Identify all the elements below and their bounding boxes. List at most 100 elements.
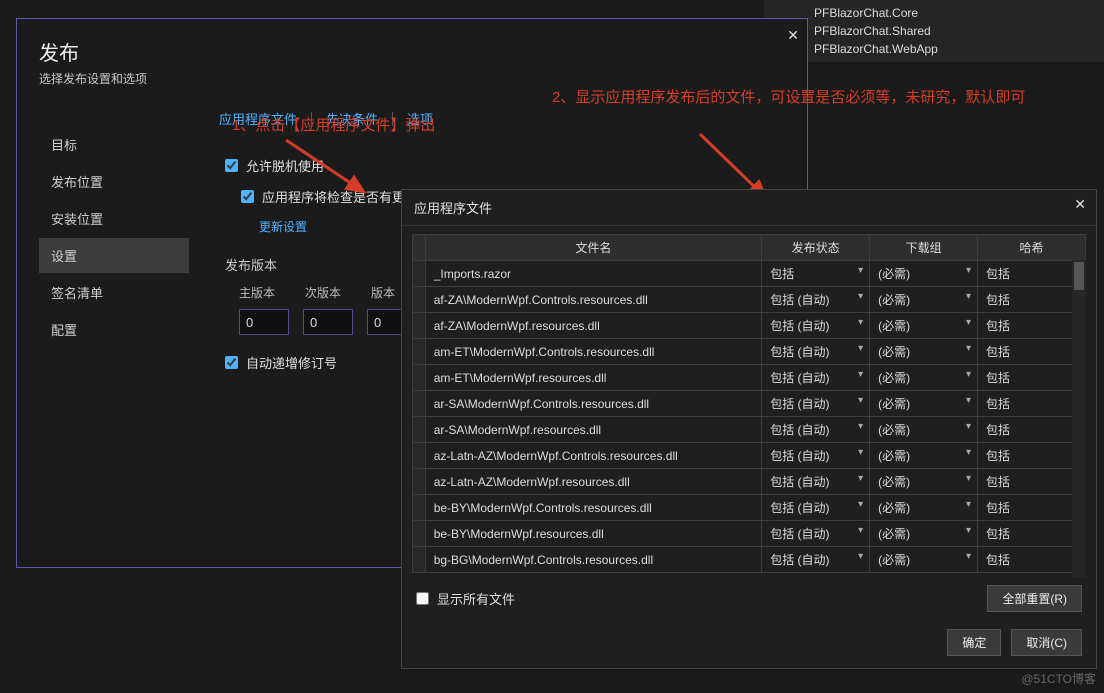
- cell-state[interactable]: 包括 (自动): [762, 547, 870, 573]
- row-selector[interactable]: [413, 469, 426, 495]
- cell-state[interactable]: 包括 (自动): [762, 469, 870, 495]
- minor-input[interactable]: [303, 309, 353, 335]
- cell-hash[interactable]: 包括: [978, 443, 1086, 469]
- cell-state[interactable]: 包括 (自动): [762, 339, 870, 365]
- cell-state[interactable]: 包括 (自动): [762, 443, 870, 469]
- minor-label: 次版本: [305, 284, 341, 301]
- table-row[interactable]: am-ET\ModernWpf.resources.dll包括 (自动)(必需)…: [413, 365, 1086, 391]
- row-selector[interactable]: [413, 287, 426, 313]
- checkbox-auto-increment-input[interactable]: [225, 356, 238, 369]
- sidebar-item-config[interactable]: 配置: [39, 312, 189, 347]
- cell-state[interactable]: 包括 (自动): [762, 495, 870, 521]
- cell-hash[interactable]: 包括: [978, 339, 1086, 365]
- cell-hash[interactable]: 包括: [978, 469, 1086, 495]
- checkbox-offline-input[interactable]: [225, 159, 238, 172]
- cell-hash[interactable]: 包括: [978, 495, 1086, 521]
- col-hash[interactable]: 哈希: [978, 235, 1086, 261]
- close-icon[interactable]: ✕: [787, 27, 799, 44]
- major-input[interactable]: [239, 309, 289, 335]
- row-selector[interactable]: [413, 365, 426, 391]
- table-row[interactable]: be-BY\ModernWpf.resources.dll包括 (自动)(必需)…: [413, 521, 1086, 547]
- table-row[interactable]: az-Latn-AZ\ModernWpf.Controls.resources.…: [413, 443, 1086, 469]
- link-options[interactable]: 选项: [407, 109, 433, 128]
- cell-hash[interactable]: 包括: [978, 417, 1086, 443]
- row-selector[interactable]: [413, 391, 426, 417]
- table-row[interactable]: am-ET\ModernWpf.Controls.resources.dll包括…: [413, 339, 1086, 365]
- cell-hash[interactable]: 包括: [978, 365, 1086, 391]
- cell-download-group[interactable]: (必需): [870, 417, 978, 443]
- checkbox-offline[interactable]: 允许脱机使用: [225, 156, 787, 175]
- cell-download-group[interactable]: (必需): [870, 547, 978, 573]
- cell-download-group[interactable]: (必需): [870, 365, 978, 391]
- cell-state[interactable]: 包括: [762, 261, 870, 287]
- checkbox-app-update-input[interactable]: [241, 190, 254, 203]
- row-selector[interactable]: [413, 313, 426, 339]
- row-selector[interactable]: [413, 495, 426, 521]
- cell-state[interactable]: 包括 (自动): [762, 313, 870, 339]
- cell-filename: be-BY\ModernWpf.Controls.resources.dll: [425, 495, 762, 521]
- cell-filename: bg-BG\ModernWpf.Controls.resources.dll: [425, 547, 762, 573]
- scrollbar-thumb[interactable]: [1074, 262, 1084, 290]
- cell-filename: be-BY\ModernWpf.resources.dll: [425, 521, 762, 547]
- scrollbar[interactable]: [1072, 260, 1086, 577]
- cell-state[interactable]: 包括 (自动): [762, 521, 870, 547]
- row-selector[interactable]: [413, 339, 426, 365]
- cell-download-group[interactable]: (必需): [870, 391, 978, 417]
- checkbox-show-all-input[interactable]: [416, 592, 429, 605]
- reset-all-button[interactable]: 全部重置(R): [987, 585, 1082, 612]
- cancel-button[interactable]: 取消(C): [1011, 629, 1082, 656]
- cell-state[interactable]: 包括 (自动): [762, 365, 870, 391]
- cell-hash[interactable]: 包括: [978, 391, 1086, 417]
- checkbox-show-all-label: 显示所有文件: [437, 589, 515, 608]
- ok-button[interactable]: 确定: [947, 629, 1001, 656]
- table-row[interactable]: be-BY\ModernWpf.Controls.resources.dll包括…: [413, 495, 1086, 521]
- close-icon[interactable]: ✕: [1074, 196, 1086, 213]
- cell-download-group[interactable]: (必需): [870, 313, 978, 339]
- sidebar-item-manifest[interactable]: 签名清单: [39, 275, 189, 310]
- col-filename[interactable]: 文件名: [425, 235, 762, 261]
- sidebar-item-publish-location[interactable]: 发布位置: [39, 164, 189, 199]
- cell-download-group[interactable]: (必需): [870, 261, 978, 287]
- sidebar-item-settings[interactable]: 设置: [39, 238, 189, 273]
- cell-download-group[interactable]: (必需): [870, 287, 978, 313]
- cell-hash[interactable]: 包括: [978, 287, 1086, 313]
- row-selector[interactable]: [413, 261, 426, 287]
- table-row[interactable]: af-ZA\ModernWpf.resources.dll包括 (自动)(必需)…: [413, 313, 1086, 339]
- table-row[interactable]: af-ZA\ModernWpf.Controls.resources.dll包括…: [413, 287, 1086, 313]
- major-label: 主版本: [239, 284, 275, 301]
- cell-download-group[interactable]: (必需): [870, 521, 978, 547]
- row-selector-header: [413, 235, 426, 261]
- table-row[interactable]: az-Latn-AZ\ModernWpf.resources.dll包括 (自动…: [413, 469, 1086, 495]
- row-selector[interactable]: [413, 443, 426, 469]
- cell-download-group[interactable]: (必需): [870, 495, 978, 521]
- table-row[interactable]: ar-SA\ModernWpf.resources.dll包括 (自动)(必需)…: [413, 417, 1086, 443]
- tree-item[interactable]: PFBlazorChat.Core: [774, 4, 1094, 22]
- tree-item[interactable]: PFBlazorChat.Shared: [774, 22, 1094, 40]
- cell-state[interactable]: 包括 (自动): [762, 391, 870, 417]
- cell-hash[interactable]: 包括: [978, 521, 1086, 547]
- cell-download-group[interactable]: (必需): [870, 443, 978, 469]
- cell-hash[interactable]: 包括: [978, 261, 1086, 287]
- cell-hash[interactable]: 包括: [978, 313, 1086, 339]
- cell-state[interactable]: 包括 (自动): [762, 417, 870, 443]
- table-row[interactable]: ar-SA\ModernWpf.Controls.resources.dll包括…: [413, 391, 1086, 417]
- cell-download-group[interactable]: (必需): [870, 469, 978, 495]
- cell-state[interactable]: 包括 (自动): [762, 287, 870, 313]
- sidebar-item-target[interactable]: 目标: [39, 127, 189, 162]
- sidebar-item-install-location[interactable]: 安装位置: [39, 201, 189, 236]
- checkbox-show-all[interactable]: 显示所有文件: [416, 589, 515, 608]
- link-app-files[interactable]: 应用程序文件: [219, 109, 297, 128]
- row-selector[interactable]: [413, 547, 426, 573]
- row-selector[interactable]: [413, 417, 426, 443]
- cell-download-group[interactable]: (必需): [870, 339, 978, 365]
- col-download-group[interactable]: 下载组: [870, 235, 978, 261]
- cell-filename: ar-SA\ModernWpf.resources.dll: [425, 417, 762, 443]
- checkbox-offline-label: 允许脱机使用: [246, 156, 324, 175]
- link-prerequisites[interactable]: 先决条件: [326, 109, 378, 128]
- cell-hash[interactable]: 包括: [978, 547, 1086, 573]
- tree-item[interactable]: PFBlazorChat.WebApp: [774, 40, 1094, 58]
- table-row[interactable]: bg-BG\ModernWpf.Controls.resources.dll包括…: [413, 547, 1086, 573]
- row-selector[interactable]: [413, 521, 426, 547]
- table-row[interactable]: _Imports.razor包括(必需)包括: [413, 261, 1086, 287]
- col-publish-state[interactable]: 发布状态: [762, 235, 870, 261]
